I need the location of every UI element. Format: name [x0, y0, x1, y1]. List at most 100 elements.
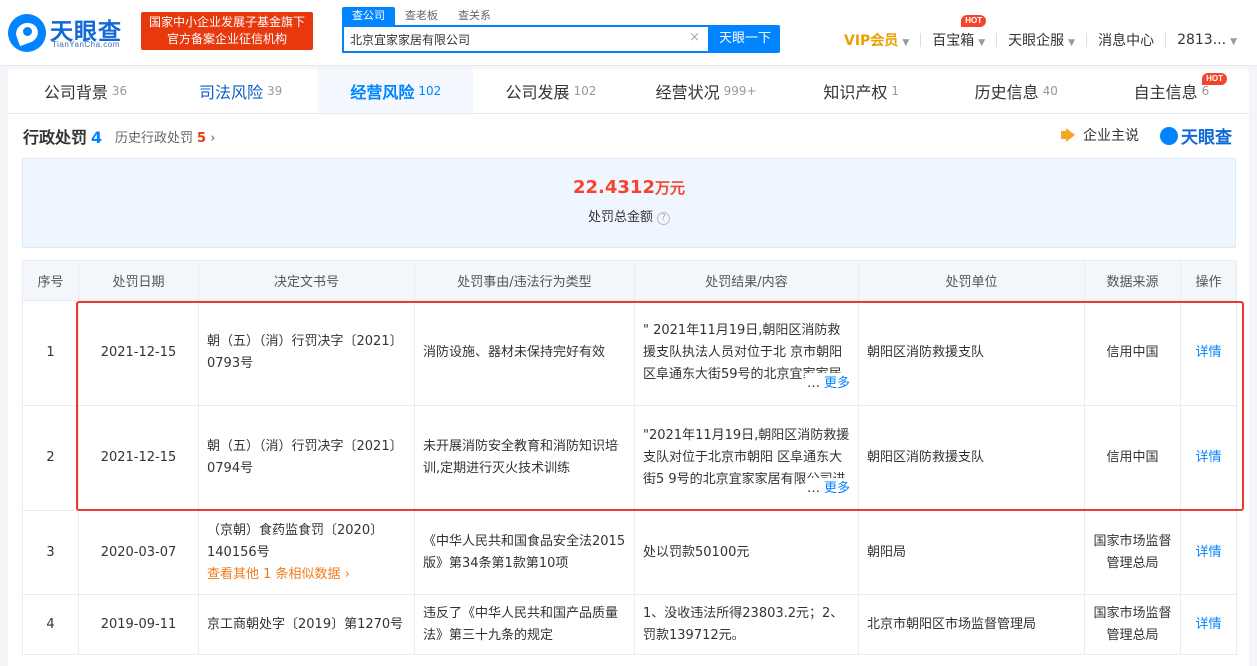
penalty-summary: 22.4312万元 处罚总金额? — [22, 158, 1236, 248]
detail-link[interactable]: 详情 — [1195, 545, 1221, 560]
cell-reason: 消防设施、器材未保持完好有效 — [414, 300, 635, 406]
cell-source: 信用中国 — [1084, 300, 1181, 406]
more-link[interactable]: … 更多 — [804, 373, 850, 395]
tab-label: 公司发展 — [505, 83, 570, 102]
table-row: 4 2019-09-11 京工商朝处字〔2019〕第1270号 违反了《中华人民… — [22, 594, 1237, 655]
gov-badge-line2: 官方备案企业征信机构 — [166, 32, 287, 46]
cell-unit: 朝阳区消防救援支队 — [858, 405, 1085, 511]
tab-self-info[interactable]: HOT 自主信息 6 — [1094, 69, 1249, 113]
tab-operating-risk[interactable]: 经营风险 102 — [318, 69, 474, 113]
brand-name: 天眼查 — [1181, 128, 1232, 148]
col-header-action: 操作 — [1180, 260, 1237, 301]
detail-link[interactable]: 详情 — [1195, 450, 1221, 465]
similar-data-label: 查看其他 1 条相似数据 — [207, 566, 341, 582]
hot-badge: HOT — [1202, 73, 1227, 85]
col-header-result: 处罚结果/内容 — [634, 260, 859, 301]
col-header-date: 处罚日期 — [78, 260, 199, 301]
search-tab-relation[interactable]: 查关系 — [448, 7, 501, 25]
nav-user[interactable]: 2813... ▼ — [1166, 32, 1248, 48]
logo-eye-icon — [1160, 126, 1178, 145]
cell-date: 2021-12-15 — [78, 300, 199, 406]
search-button[interactable]: 天眼一下 — [710, 25, 780, 53]
tab-count: 1 — [891, 84, 900, 98]
tab-count: 36 — [111, 84, 128, 98]
history-penalty-count: 5 — [197, 131, 207, 146]
hot-badge: HOT — [961, 15, 987, 27]
cell-doc-no-text: （京朝）食药监食罚〔2020〕140156号 — [207, 522, 384, 560]
tab-label: 公司背景 — [43, 83, 108, 102]
tab-count: 40 — [1042, 84, 1058, 98]
detail-link[interactable]: 详情 — [1195, 617, 1221, 632]
nav-baibao[interactable]: HOT 百宝箱 ▼ — [921, 15, 996, 50]
search-tab-boss[interactable]: 查老板 — [395, 7, 448, 25]
search-tab-company[interactable]: 查公司 — [342, 7, 395, 25]
table-row: 1 2021-12-15 朝（五）（消）行罚决字〔2021〕0793号 消防设施… — [22, 300, 1237, 406]
cell-action: 详情 — [1180, 510, 1237, 595]
total-amount-unit: 万元 — [654, 179, 685, 197]
nav-messages[interactable]: 消息中心 — [1087, 30, 1165, 50]
clear-icon[interactable]: × — [689, 30, 700, 45]
top-nav: VIP会员 ▼ HOT 百宝箱 ▼ 天眼企服 ▼ 消息中心 2813... ▼ — [844, 15, 1248, 50]
cell-date: 2019-09-11 — [78, 594, 199, 655]
tab-count: 39 — [267, 84, 283, 98]
history-penalty-link[interactable]: 历史行政处罚 5 › — [115, 127, 215, 146]
site-logo[interactable]: 天眼查 TianYanCha.com — [8, 12, 136, 54]
penalty-panel: 行政处罚 4 历史行政处罚 5 › 企业主说 天眼查 22.4312万元 处罚总金额… — [8, 114, 1249, 666]
search-type-tabs: 查公司 查老板 查关系 — [342, 7, 501, 25]
col-header-reason: 处罚事由/违法行为类型 — [414, 260, 635, 301]
brand-watermark: 天眼查 — [1160, 123, 1232, 148]
speaker-icon — [1061, 128, 1077, 142]
cell-index: 1 — [22, 300, 79, 406]
tab-history-info[interactable]: 历史信息 40 — [939, 69, 1094, 113]
cell-doc-no: 朝（五）（消）行罚决字〔2021〕0793号 — [198, 300, 415, 406]
col-header-doc-no: 决定文书号 — [198, 260, 415, 301]
table-row: 2 2021-12-15 朝（五）（消）行罚决字〔2021〕0794号 未开展消… — [22, 405, 1237, 511]
cell-reason: 违反了《中华人民共和国产品质量法》第三十九条的规定 — [414, 594, 635, 655]
more-link[interactable]: … 更多 — [804, 478, 850, 500]
tab-count: 102 — [418, 84, 442, 98]
help-icon[interactable]: ? — [657, 212, 670, 225]
chevron-down-icon: ▼ — [1230, 37, 1237, 47]
tab-label: 历史信息 — [974, 83, 1039, 102]
search-box: × — [342, 25, 710, 53]
tab-label: 经营状况 — [655, 83, 720, 102]
tab-judicial-risk[interactable]: 司法风险 39 — [163, 69, 318, 113]
penalty-table: 序号 处罚日期 决定文书号 处罚事由/违法行为类型 处罚结果/内容 处罚单位 数… — [22, 260, 1237, 655]
cell-unit: 北京市朝阳区市场监督管理局 — [858, 594, 1085, 655]
logo-eye-icon — [8, 14, 46, 52]
tab-count: 999+ — [723, 84, 757, 98]
tab-count: 102 — [573, 84, 597, 98]
total-amount: 22.4312万元 — [23, 177, 1235, 198]
detail-link[interactable]: 详情 — [1195, 345, 1221, 360]
tab-company-development[interactable]: 公司发展 102 — [473, 69, 628, 113]
cell-reason: 未开展消防安全教育和消防知识培训,定期进行灭火技术训练 — [414, 405, 635, 511]
search-input[interactable] — [350, 30, 680, 48]
cell-source: 国家市场监督管理总局 — [1084, 510, 1181, 595]
top-header: 天眼查 TianYanCha.com 国家中小企业发展子基金旗下 官方备案企业征… — [0, 0, 1257, 66]
chevron-down-icon: ▼ — [978, 38, 986, 48]
tab-operating-status[interactable]: 经营状况 999+ — [629, 69, 784, 113]
tab-company-background[interactable]: 公司背景 36 — [8, 69, 163, 113]
table-header-row: 序号 处罚日期 决定文书号 处罚事由/违法行为类型 处罚结果/内容 处罚单位 数… — [22, 260, 1237, 301]
nav-qifu[interactable]: 天眼企服 ▼ — [997, 30, 1086, 50]
cell-source: 信用中国 — [1084, 405, 1181, 511]
cell-doc-no: 京工商朝处字〔2019〕第1270号 — [198, 594, 415, 655]
cell-action: 详情 — [1180, 594, 1237, 655]
chevron-down-icon: ▼ — [902, 38, 910, 48]
nav-user-label: 2813... — [1177, 32, 1227, 48]
similar-data-link[interactable]: 查看其他 1 条相似数据 › — [207, 564, 406, 586]
tab-intellectual-property[interactable]: 知识产权 1 — [784, 69, 939, 113]
col-header-index: 序号 — [22, 260, 79, 301]
nav-baibao-label: 百宝箱 — [932, 33, 975, 49]
dimension-tabs: 公司背景 36 司法风险 39 经营风险 102 公司发展 102 经营状况 999+ 知… — [8, 69, 1249, 114]
table-row: 3 2020-03-07 （京朝）食药监食罚〔2020〕140156号 查看其他… — [22, 510, 1237, 595]
cell-action: 详情 — [1180, 300, 1237, 406]
chevron-right-icon: › — [210, 131, 216, 146]
total-amount-value: 22.4312 — [573, 177, 655, 198]
nav-vip[interactable]: VIP会员 ▼ — [844, 30, 920, 50]
corp-voice-button[interactable]: 企业主说 — [1061, 125, 1139, 145]
cell-index: 3 — [22, 510, 79, 595]
col-header-unit: 处罚单位 — [858, 260, 1085, 301]
cell-result: "2021年11月19日,朝阳区消防救援支队对位于北京市朝阳 区阜通东大街5 9… — [634, 405, 859, 511]
cell-result: 处以罚款50100元 — [634, 510, 859, 595]
